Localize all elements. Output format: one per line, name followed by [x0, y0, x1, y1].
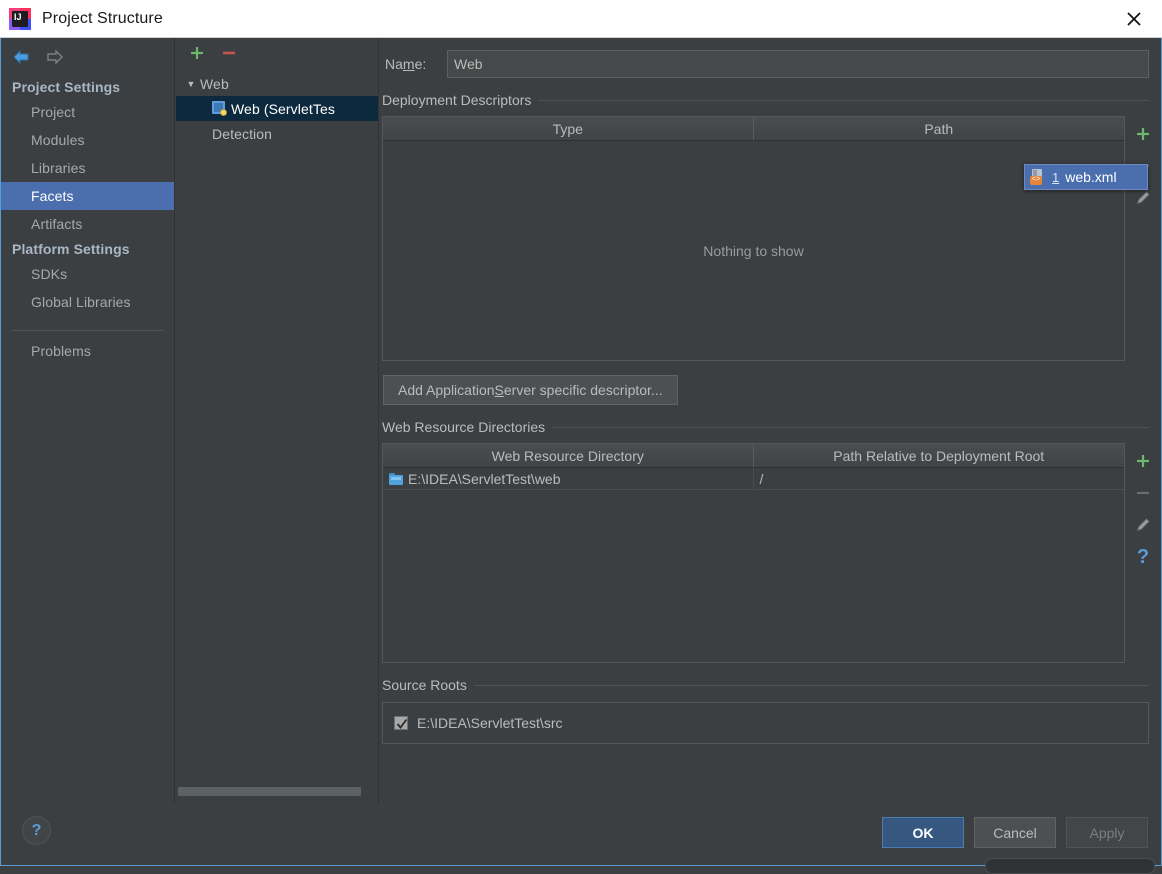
name-input[interactable]: [447, 50, 1149, 78]
add-web-resource-button[interactable]: [1128, 445, 1158, 477]
arrow-right-icon[interactable]: [42, 45, 66, 69]
close-icon[interactable]: [1106, 0, 1162, 37]
dialog-footer: ? OK Cancel Apply: [1, 804, 1161, 874]
column-header-type[interactable]: Type: [383, 117, 754, 140]
sidebar-item-problems[interactable]: Problems: [1, 337, 174, 365]
tree-node-web-group[interactable]: ▼ Web: [176, 71, 378, 96]
popup-item-number: 1: [1052, 169, 1060, 185]
source-root-label: E:\IDEA\ServletTest\src: [417, 715, 563, 731]
ok-button[interactable]: OK: [882, 817, 964, 848]
dialog-button-row: OK Cancel Apply: [882, 817, 1148, 848]
arrow-left-icon[interactable]: [10, 45, 34, 69]
help-web-resource-button[interactable]: ?: [1128, 541, 1158, 573]
source-roots-group: Source Roots E:\IDEA\ServletTest\src: [380, 677, 1161, 744]
table-header: Type Path: [383, 117, 1124, 141]
group-divider: [473, 684, 1149, 686]
facet-details-panel: Name: Deployment Descriptors Type Path N…: [380, 38, 1161, 804]
plus-icon[interactable]: [186, 42, 208, 64]
cancel-button[interactable]: Cancel: [974, 817, 1056, 848]
tree-node-detection[interactable]: Detection: [176, 121, 378, 146]
column-header-path[interactable]: Path: [754, 117, 1125, 140]
sidebar-item-facets[interactable]: Facets: [1, 182, 174, 210]
column-header-path-relative[interactable]: Path Relative to Deployment Root: [754, 444, 1125, 467]
name-row: Name:: [380, 50, 1149, 78]
sidebar-nav-arrows: [1, 38, 174, 76]
cell-relative-path[interactable]: /: [754, 468, 1125, 490]
sidebar-item-libraries[interactable]: Libraries: [1, 154, 174, 182]
sidebar-heading-project-settings: Project Settings: [12, 79, 121, 95]
deployment-descriptors-title: Deployment Descriptors: [382, 92, 532, 108]
apply-button[interactable]: Apply: [1066, 817, 1148, 848]
scrollbar-thumb[interactable]: [178, 787, 361, 796]
group-divider: [552, 426, 1149, 428]
empty-state-message: Nothing to show: [703, 242, 804, 259]
facets-tree-panel: ▼ Web Web (ServletTes Detection: [176, 38, 379, 804]
window-title: Project Structure: [42, 9, 163, 27]
source-roots-list: E:\IDEA\ServletTest\src: [382, 702, 1149, 744]
intellij-idea-logo-icon: IJ: [9, 7, 31, 30]
source-root-checkbox[interactable]: [394, 716, 408, 730]
cell-text: E:\IDEA\ServletTest\web: [408, 470, 561, 487]
window-title-bar: IJ Project Structure: [0, 0, 1162, 38]
column-header-web-resource-directory[interactable]: Web Resource Directory: [383, 444, 754, 467]
minus-icon[interactable]: [218, 42, 240, 64]
remove-web-resource-button[interactable]: [1128, 477, 1158, 509]
web-resource-directories-group: Web Resource Directories Web Resource Di…: [380, 419, 1161, 663]
edit-web-resource-button[interactable]: [1128, 509, 1158, 541]
project-structure-dialog: Project Settings Project Modules Librari…: [0, 38, 1162, 874]
sidebar-divider: [11, 330, 164, 331]
deployment-descriptors-toolbar: [1125, 116, 1161, 361]
tree-node-web-facet[interactable]: Web (ServletTes: [176, 96, 378, 121]
cell-web-resource-directory[interactable]: E:\IDEA\ServletTest\web: [383, 467, 754, 490]
web-facet-icon: [212, 101, 227, 116]
table-body: E:\IDEA\ServletTest\web /: [383, 467, 1125, 662]
web-resource-directories-table: Web Resource Directory Path Relative to …: [382, 443, 1125, 663]
tree-horizontal-scrollbar[interactable]: [178, 787, 377, 796]
add-application-server-descriptor-button[interactable]: Add Application Server specific descript…: [383, 375, 678, 405]
popup-item-label: web.xml: [1065, 169, 1117, 185]
settings-sidebar: Project Settings Project Modules Librari…: [1, 38, 175, 804]
web-resource-directories-title: Web Resource Directories: [382, 419, 546, 435]
sidebar-item-project[interactable]: Project: [1, 98, 174, 126]
tree-node-label: Detection: [212, 125, 273, 142]
tree-node-label: Web: [200, 75, 229, 92]
folder-icon: [389, 472, 403, 485]
tree-node-label: Web (ServletTes: [231, 100, 335, 117]
web-resource-directories-toolbar: ?: [1125, 443, 1161, 663]
deployment-descriptors-table: Type Path Nothing to show: [382, 116, 1125, 361]
group-divider: [538, 99, 1149, 101]
help-button[interactable]: ?: [22, 816, 51, 845]
question-icon: ?: [31, 821, 42, 839]
web-xml-popup-item[interactable]: <> 1 web.xml: [1024, 164, 1148, 190]
sidebar-item-artifacts[interactable]: Artifacts: [1, 210, 174, 238]
table-header: Web Resource Directory Path Relative to …: [383, 444, 1124, 468]
table-body: Nothing to show: [383, 141, 1124, 360]
sidebar-item-sdks[interactable]: SDKs: [1, 260, 174, 288]
facets-tree-toolbar: [176, 38, 378, 68]
facets-tree: ▼ Web Web (ServletTes Detection: [176, 71, 378, 146]
name-label: Name:: [385, 56, 427, 72]
add-descriptor-button[interactable]: [1128, 118, 1158, 150]
sidebar-item-modules[interactable]: Modules: [1, 126, 174, 154]
table-row[interactable]: E:\IDEA\ServletTest\web /: [383, 467, 1125, 490]
chevron-down-icon[interactable]: ▼: [182, 79, 200, 89]
sidebar-heading-platform-settings: Platform Settings: [12, 241, 130, 257]
deployment-descriptors-group: Deployment Descriptors Type Path Nothing…: [380, 92, 1161, 405]
xml-file-icon: <>: [1030, 169, 1046, 185]
resize-grip[interactable]: [985, 858, 1155, 874]
source-roots-title: Source Roots: [382, 677, 467, 693]
sidebar-item-global-libraries[interactable]: Global Libraries: [1, 288, 174, 316]
